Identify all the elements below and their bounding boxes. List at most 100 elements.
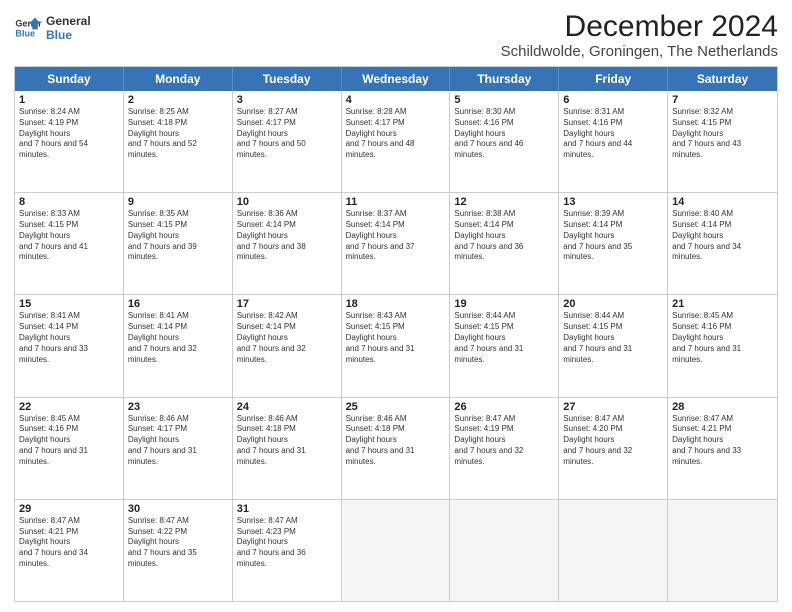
day-number: 12	[454, 196, 554, 208]
day-cell-27: 27 Sunrise: 8:47 AM Sunset: 4:20 PM Dayl…	[559, 398, 668, 499]
day-number: 25	[346, 401, 446, 413]
cell-info: Sunrise: 8:47 AM Sunset: 4:23 PM Dayligh…	[237, 516, 337, 570]
day-cell-23: 23 Sunrise: 8:46 AM Sunset: 4:17 PM Dayl…	[124, 398, 233, 499]
day-cell-9: 9 Sunrise: 8:35 AM Sunset: 4:15 PM Dayli…	[124, 193, 233, 294]
day-number: 27	[563, 401, 663, 413]
subtitle: Schildwolde, Groningen, The Netherlands	[501, 43, 778, 60]
day-number: 16	[128, 298, 228, 310]
calendar-week-3: 15 Sunrise: 8:41 AM Sunset: 4:14 PM Dayl…	[15, 294, 777, 396]
day-number: 22	[19, 401, 119, 413]
cell-info: Sunrise: 8:40 AM Sunset: 4:14 PM Dayligh…	[672, 209, 773, 263]
day-cell-26: 26 Sunrise: 8:47 AM Sunset: 4:19 PM Dayl…	[450, 398, 559, 499]
day-number: 15	[19, 298, 119, 310]
day-number: 31	[237, 503, 337, 515]
cell-info: Sunrise: 8:33 AM Sunset: 4:15 PM Dayligh…	[19, 209, 119, 263]
empty-cell	[450, 500, 559, 601]
day-number: 1	[19, 94, 119, 106]
cell-info: Sunrise: 8:47 AM Sunset: 4:21 PM Dayligh…	[19, 516, 119, 570]
cell-info: Sunrise: 8:45 AM Sunset: 4:16 PM Dayligh…	[19, 414, 119, 468]
day-cell-15: 15 Sunrise: 8:41 AM Sunset: 4:14 PM Dayl…	[15, 295, 124, 396]
day-cell-21: 21 Sunrise: 8:45 AM Sunset: 4:16 PM Dayl…	[668, 295, 777, 396]
day-cell-4: 4 Sunrise: 8:28 AM Sunset: 4:17 PM Dayli…	[342, 91, 451, 192]
svg-text:Blue: Blue	[15, 29, 35, 39]
day-cell-18: 18 Sunrise: 8:43 AM Sunset: 4:15 PM Dayl…	[342, 295, 451, 396]
day-cell-16: 16 Sunrise: 8:41 AM Sunset: 4:14 PM Dayl…	[124, 295, 233, 396]
logo-icon: General Blue	[14, 14, 42, 42]
day-cell-17: 17 Sunrise: 8:42 AM Sunset: 4:14 PM Dayl…	[233, 295, 342, 396]
day-number: 7	[672, 94, 773, 106]
day-number: 11	[346, 196, 446, 208]
day-cell-7: 7 Sunrise: 8:32 AM Sunset: 4:15 PM Dayli…	[668, 91, 777, 192]
day-cell-22: 22 Sunrise: 8:45 AM Sunset: 4:16 PM Dayl…	[15, 398, 124, 499]
cell-info: Sunrise: 8:41 AM Sunset: 4:14 PM Dayligh…	[128, 311, 228, 365]
logo: General Blue General Blue	[14, 14, 91, 43]
cell-info: Sunrise: 8:24 AM Sunset: 4:19 PM Dayligh…	[19, 107, 119, 161]
day-cell-11: 11 Sunrise: 8:37 AM Sunset: 4:14 PM Dayl…	[342, 193, 451, 294]
day-cell-8: 8 Sunrise: 8:33 AM Sunset: 4:15 PM Dayli…	[15, 193, 124, 294]
cell-info: Sunrise: 8:31 AM Sunset: 4:16 PM Dayligh…	[563, 107, 663, 161]
empty-cell	[668, 500, 777, 601]
calendar-week-2: 8 Sunrise: 8:33 AM Sunset: 4:15 PM Dayli…	[15, 192, 777, 294]
calendar-body: 1 Sunrise: 8:24 AM Sunset: 4:19 PM Dayli…	[15, 91, 777, 601]
main-title: December 2024	[501, 10, 778, 43]
day-number: 9	[128, 196, 228, 208]
header-day-friday: Friday	[559, 67, 668, 91]
cell-info: Sunrise: 8:25 AM Sunset: 4:18 PM Dayligh…	[128, 107, 228, 161]
cell-info: Sunrise: 8:47 AM Sunset: 4:20 PM Dayligh…	[563, 414, 663, 468]
day-cell-24: 24 Sunrise: 8:46 AM Sunset: 4:18 PM Dayl…	[233, 398, 342, 499]
calendar-week-4: 22 Sunrise: 8:45 AM Sunset: 4:16 PM Dayl…	[15, 397, 777, 499]
cell-info: Sunrise: 8:32 AM Sunset: 4:15 PM Dayligh…	[672, 107, 773, 161]
day-cell-28: 28 Sunrise: 8:47 AM Sunset: 4:21 PM Dayl…	[668, 398, 777, 499]
cell-info: Sunrise: 8:42 AM Sunset: 4:14 PM Dayligh…	[237, 311, 337, 365]
calendar-week-1: 1 Sunrise: 8:24 AM Sunset: 4:19 PM Dayli…	[15, 91, 777, 192]
cell-info: Sunrise: 8:44 AM Sunset: 4:15 PM Dayligh…	[454, 311, 554, 365]
day-cell-20: 20 Sunrise: 8:44 AM Sunset: 4:15 PM Dayl…	[559, 295, 668, 396]
calendar-header: SundayMondayTuesdayWednesdayThursdayFrid…	[15, 67, 777, 91]
day-number: 21	[672, 298, 773, 310]
cell-info: Sunrise: 8:46 AM Sunset: 4:17 PM Dayligh…	[128, 414, 228, 468]
cell-info: Sunrise: 8:38 AM Sunset: 4:14 PM Dayligh…	[454, 209, 554, 263]
title-block: December 2024 Schildwolde, Groningen, Th…	[501, 10, 778, 60]
day-cell-30: 30 Sunrise: 8:47 AM Sunset: 4:22 PM Dayl…	[124, 500, 233, 601]
day-cell-29: 29 Sunrise: 8:47 AM Sunset: 4:21 PM Dayl…	[15, 500, 124, 601]
day-number: 6	[563, 94, 663, 106]
cell-info: Sunrise: 8:37 AM Sunset: 4:14 PM Dayligh…	[346, 209, 446, 263]
day-number: 28	[672, 401, 773, 413]
day-number: 30	[128, 503, 228, 515]
day-cell-14: 14 Sunrise: 8:40 AM Sunset: 4:14 PM Dayl…	[668, 193, 777, 294]
cell-info: Sunrise: 8:39 AM Sunset: 4:14 PM Dayligh…	[563, 209, 663, 263]
header-day-thursday: Thursday	[450, 67, 559, 91]
day-number: 24	[237, 401, 337, 413]
cell-info: Sunrise: 8:46 AM Sunset: 4:18 PM Dayligh…	[346, 414, 446, 468]
cell-info: Sunrise: 8:47 AM Sunset: 4:19 PM Dayligh…	[454, 414, 554, 468]
day-number: 8	[19, 196, 119, 208]
day-number: 29	[19, 503, 119, 515]
day-cell-12: 12 Sunrise: 8:38 AM Sunset: 4:14 PM Dayl…	[450, 193, 559, 294]
day-number: 18	[346, 298, 446, 310]
day-cell-6: 6 Sunrise: 8:31 AM Sunset: 4:16 PM Dayli…	[559, 91, 668, 192]
cell-info: Sunrise: 8:30 AM Sunset: 4:16 PM Dayligh…	[454, 107, 554, 161]
day-number: 19	[454, 298, 554, 310]
cell-info: Sunrise: 8:45 AM Sunset: 4:16 PM Dayligh…	[672, 311, 773, 365]
day-number: 5	[454, 94, 554, 106]
day-number: 10	[237, 196, 337, 208]
day-cell-1: 1 Sunrise: 8:24 AM Sunset: 4:19 PM Dayli…	[15, 91, 124, 192]
day-cell-31: 31 Sunrise: 8:47 AM Sunset: 4:23 PM Dayl…	[233, 500, 342, 601]
cell-info: Sunrise: 8:35 AM Sunset: 4:15 PM Dayligh…	[128, 209, 228, 263]
day-cell-13: 13 Sunrise: 8:39 AM Sunset: 4:14 PM Dayl…	[559, 193, 668, 294]
cell-info: Sunrise: 8:43 AM Sunset: 4:15 PM Dayligh…	[346, 311, 446, 365]
day-cell-10: 10 Sunrise: 8:36 AM Sunset: 4:14 PM Dayl…	[233, 193, 342, 294]
page: General Blue General Blue December 2024 …	[0, 0, 792, 612]
cell-info: Sunrise: 8:47 AM Sunset: 4:21 PM Dayligh…	[672, 414, 773, 468]
day-number: 23	[128, 401, 228, 413]
day-cell-25: 25 Sunrise: 8:46 AM Sunset: 4:18 PM Dayl…	[342, 398, 451, 499]
day-cell-2: 2 Sunrise: 8:25 AM Sunset: 4:18 PM Dayli…	[124, 91, 233, 192]
header: General Blue General Blue December 2024 …	[14, 10, 778, 60]
day-number: 3	[237, 94, 337, 106]
cell-info: Sunrise: 8:36 AM Sunset: 4:14 PM Dayligh…	[237, 209, 337, 263]
header-day-sunday: Sunday	[15, 67, 124, 91]
day-number: 26	[454, 401, 554, 413]
header-day-tuesday: Tuesday	[233, 67, 342, 91]
day-number: 2	[128, 94, 228, 106]
header-day-saturday: Saturday	[668, 67, 777, 91]
